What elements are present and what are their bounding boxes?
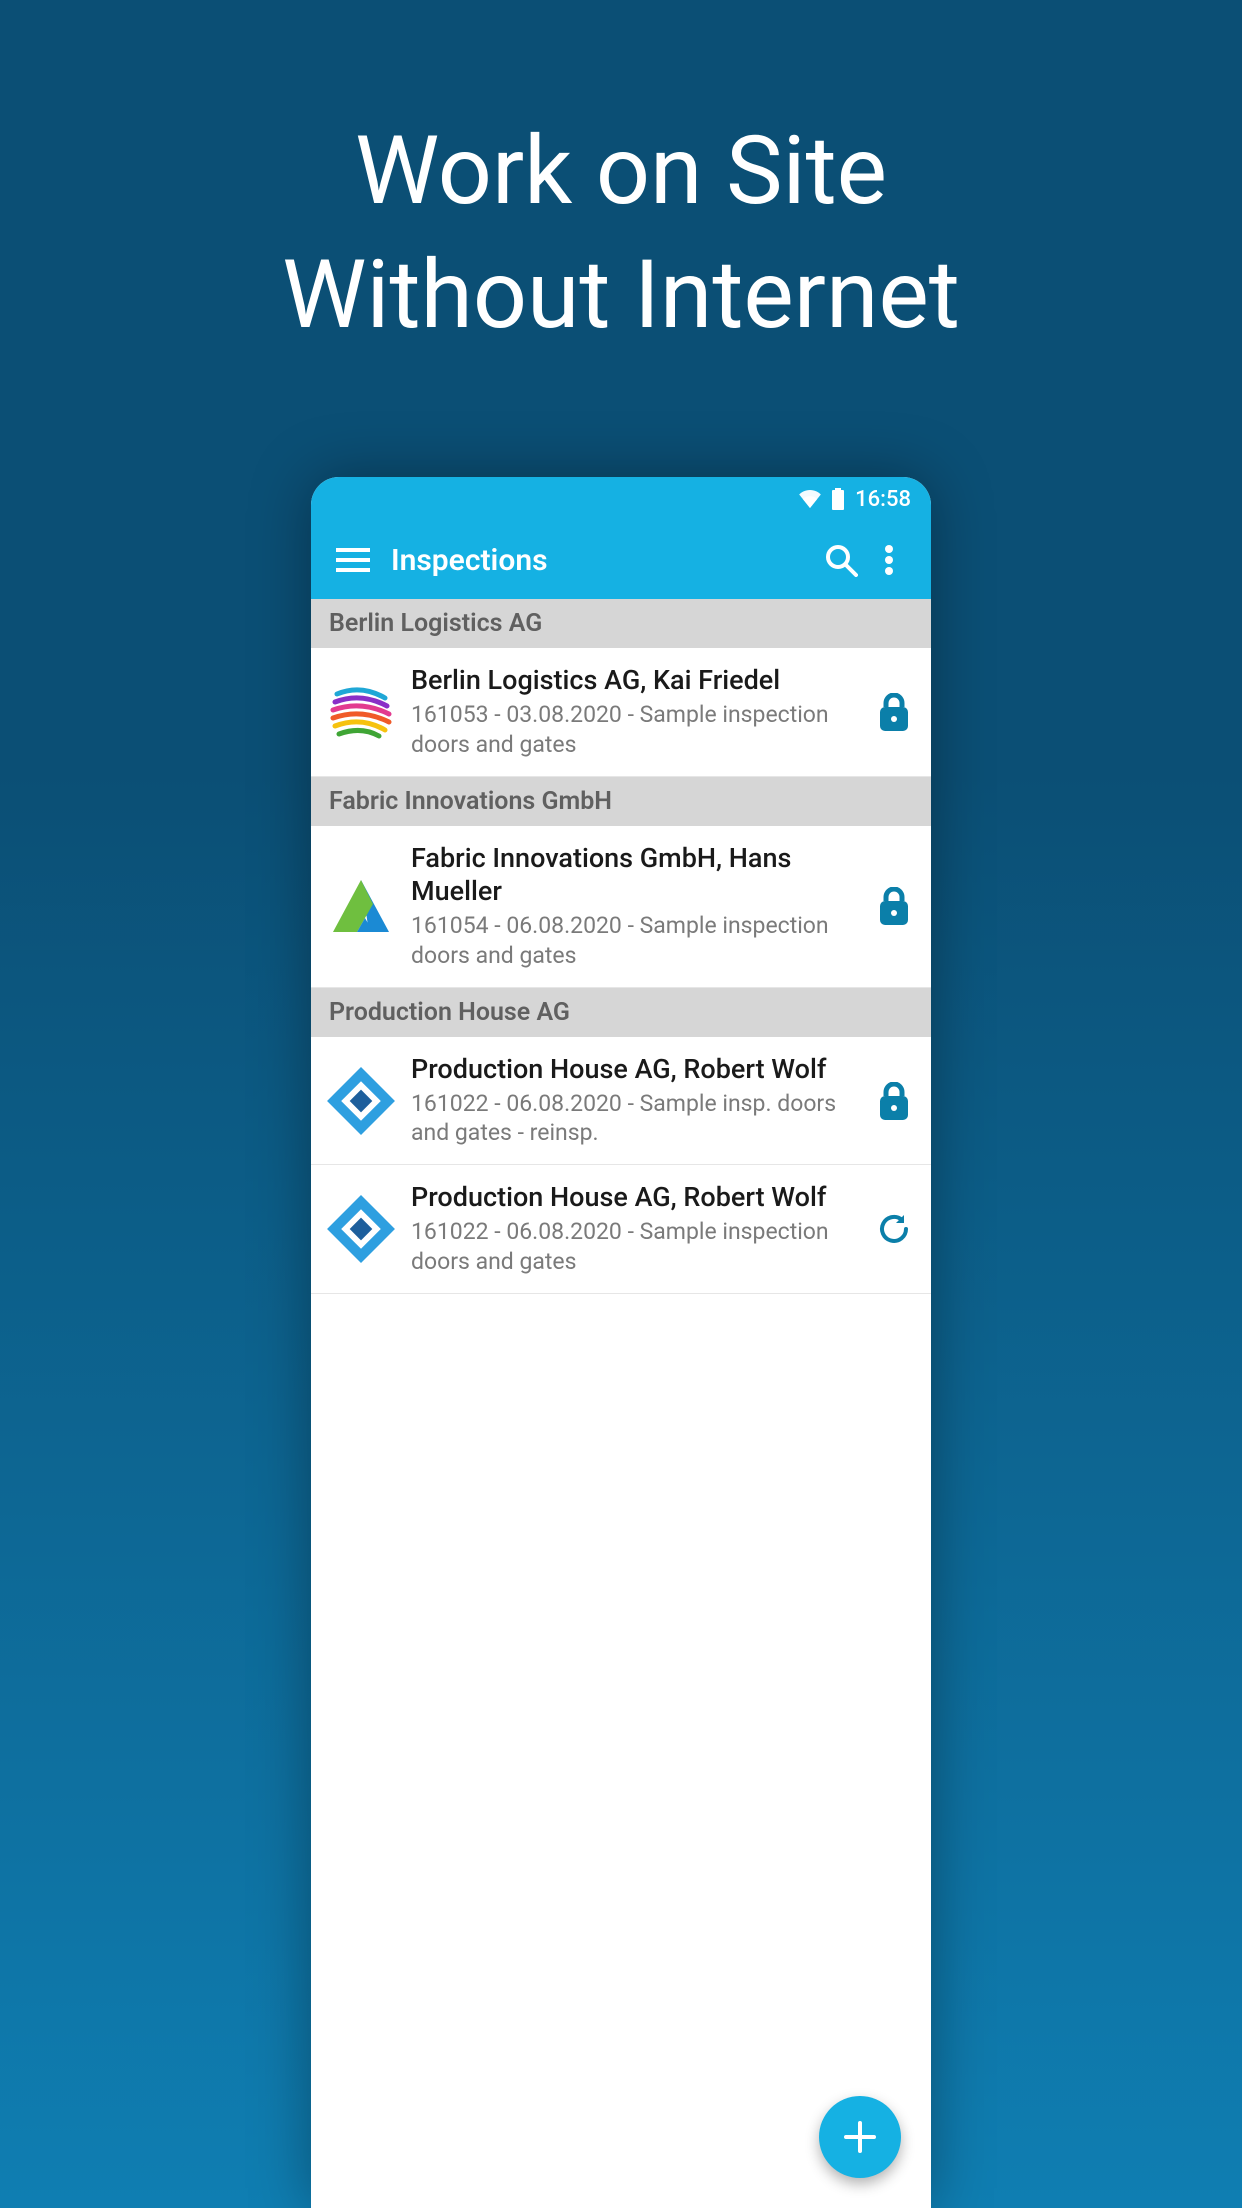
search-icon [824, 543, 858, 577]
item-subtitle: 161022 - 06.08.2020 - Sample insp. doors… [411, 1089, 857, 1149]
app-bar: Inspections [311, 521, 931, 599]
company-logo [325, 1065, 397, 1137]
section-header: Fabric Innovations GmbH [311, 777, 931, 826]
rainbow-swirl-icon [327, 678, 395, 746]
hero-line-2: Without Internet [282, 234, 960, 358]
item-subtitle: 161054 - 06.08.2020 - Sample inspection … [411, 911, 857, 971]
item-status-icon [871, 1206, 917, 1252]
item-title: Berlin Logistics AG, Kai Friedel [411, 664, 857, 698]
item-title: Production House AG, Robert Wolf [411, 1053, 857, 1087]
item-subtitle: 161022 - 06.08.2020 - Sample inspection … [411, 1217, 857, 1277]
refresh-icon [876, 1211, 912, 1247]
inspection-list[interactable]: Berlin Logistics AG [311, 599, 931, 2208]
status-time: 16:58 [855, 487, 911, 512]
more-button[interactable] [865, 536, 913, 584]
list-item[interactable]: Production House AG, Robert Wolf 161022 … [311, 1037, 931, 1166]
hero-heading: Work on Site Without Internet [282, 110, 960, 357]
section-header: Production House AG [311, 988, 931, 1037]
list-item[interactable]: Fabric Innovations GmbH, Hans Mueller 16… [311, 826, 931, 988]
diamond-icon [326, 1066, 396, 1136]
phone-frame: 16:58 Inspections Berlin Logistics AG [311, 477, 931, 2208]
item-status-icon [871, 689, 917, 735]
status-bar: 16:58 [311, 477, 931, 521]
menu-button[interactable] [329, 536, 377, 584]
item-status-icon [871, 1078, 917, 1124]
hamburger-icon [336, 548, 370, 572]
list-item[interactable]: Production House AG, Robert Wolf 161022 … [311, 1165, 931, 1294]
company-logo [325, 676, 397, 748]
app-title: Inspections [391, 543, 817, 578]
list-item[interactable]: Berlin Logistics AG, Kai Friedel 161053 … [311, 648, 931, 777]
search-button[interactable] [817, 536, 865, 584]
lock-icon [878, 693, 910, 731]
hero-line-1: Work on Site [282, 110, 960, 234]
item-subtitle: 161053 - 03.08.2020 - Sample inspection … [411, 700, 857, 760]
company-logo [325, 1193, 397, 1265]
more-vert-icon [885, 545, 893, 575]
section-header: Berlin Logistics AG [311, 599, 931, 648]
item-title: Fabric Innovations GmbH, Hans Mueller [411, 842, 857, 910]
company-logo [325, 870, 397, 942]
wifi-icon [799, 490, 821, 508]
diamond-icon [326, 1194, 396, 1264]
item-title: Production House AG, Robert Wolf [411, 1181, 857, 1215]
fab-add[interactable] [819, 2096, 901, 2178]
lock-icon [878, 1082, 910, 1120]
lock-icon [878, 887, 910, 925]
battery-icon [831, 488, 845, 510]
plus-icon [842, 2119, 878, 2155]
triangle-icon [329, 874, 393, 938]
item-status-icon [871, 883, 917, 929]
